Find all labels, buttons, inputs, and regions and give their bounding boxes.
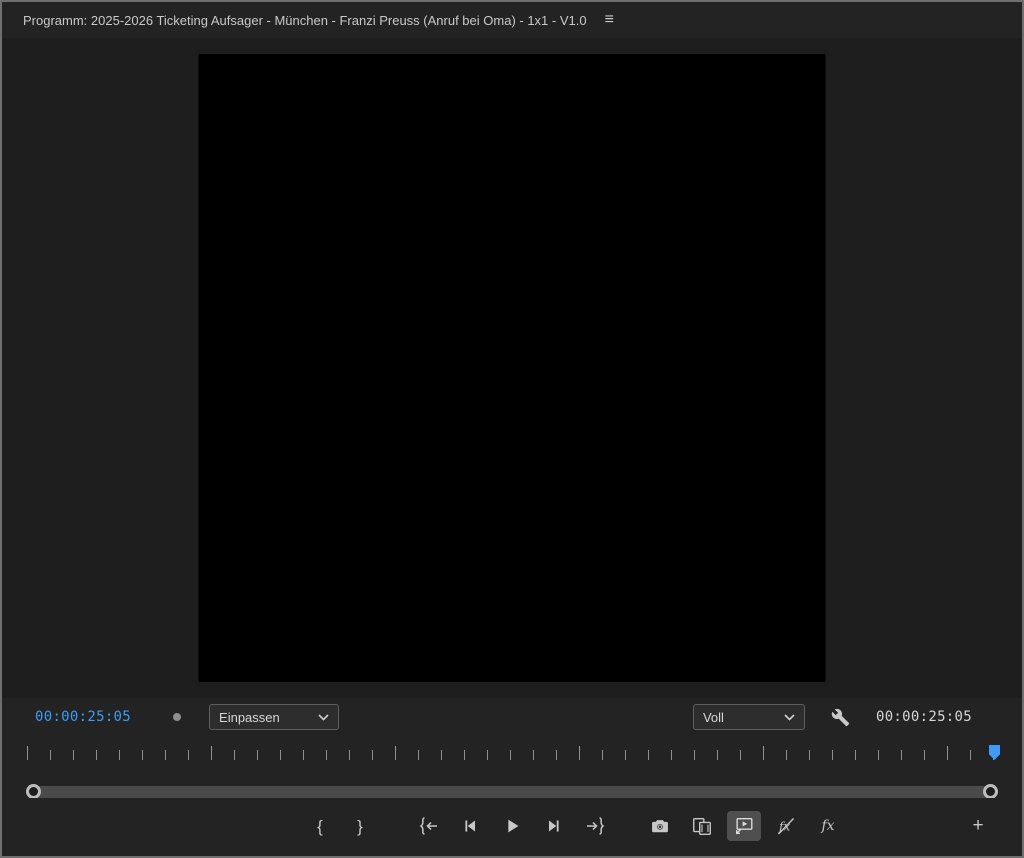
utility-buttons-cluster: fx fx bbox=[643, 811, 845, 841]
chevron-down-icon bbox=[784, 714, 795, 721]
zoom-level-dropdown[interactable]: Einpassen bbox=[209, 704, 339, 730]
mark-in-button[interactable]: { bbox=[306, 811, 334, 841]
comparison-view-button[interactable] bbox=[685, 811, 719, 841]
zoom-scroll-row bbox=[2, 762, 1022, 798]
playback-resolution-dropdown[interactable]: Voll bbox=[693, 704, 805, 730]
zoom-handle-right[interactable] bbox=[983, 784, 998, 799]
go-to-in-icon bbox=[416, 815, 440, 837]
fx-icon: fx bbox=[821, 818, 834, 834]
svg-text:fx: fx bbox=[778, 820, 790, 834]
sequence-duration-timecode: 00:00:25:05 bbox=[876, 709, 972, 725]
zoom-handle-left[interactable] bbox=[26, 784, 41, 799]
program-monitor-panel: Programm: 2025-2026 Ticketing Aufsager -… bbox=[0, 0, 1024, 858]
effects-badge-button[interactable]: fx bbox=[811, 811, 845, 841]
transport-controls-row: { } bbox=[2, 798, 1022, 856]
panel-tab-title[interactable]: Programm: 2025-2026 Ticketing Aufsager -… bbox=[23, 13, 587, 28]
mark-out-button[interactable]: } bbox=[346, 811, 374, 841]
export-frame-button[interactable] bbox=[643, 811, 677, 841]
monitor-controls-row: 00:00:25:05 Einpassen Voll 00:00:25:05 bbox=[2, 698, 1022, 736]
global-fx-mute-button[interactable]: fx bbox=[769, 811, 803, 841]
play-button[interactable] bbox=[495, 811, 529, 841]
wrench-icon bbox=[831, 708, 850, 727]
video-frame[interactable] bbox=[199, 54, 826, 682]
time-ruler[interactable] bbox=[2, 736, 1022, 762]
mercury-transmit-button[interactable] bbox=[727, 811, 761, 841]
step-back-icon bbox=[459, 815, 481, 837]
zoom-level-value: Einpassen bbox=[219, 710, 280, 725]
mark-buttons-cluster: { } bbox=[306, 811, 374, 841]
current-timecode[interactable]: 00:00:25:05 bbox=[35, 709, 131, 725]
go-to-out-icon bbox=[584, 815, 608, 837]
playback-resolution-value: Voll bbox=[703, 710, 724, 725]
panel-menu-icon[interactable]: ≡ bbox=[605, 12, 614, 28]
go-to-in-button[interactable] bbox=[411, 811, 445, 841]
play-icon bbox=[501, 815, 523, 837]
playback-buttons-cluster bbox=[411, 811, 613, 841]
dropped-frame-indicator-dot bbox=[173, 713, 181, 721]
step-forward-button[interactable] bbox=[537, 811, 571, 841]
settings-button[interactable] bbox=[831, 708, 850, 727]
camera-icon bbox=[650, 816, 670, 836]
film-frames-icon bbox=[691, 816, 713, 837]
mark-in-icon: { bbox=[317, 818, 323, 835]
video-preview-area bbox=[2, 38, 1022, 698]
fx-slash-icon: fx bbox=[775, 815, 797, 837]
go-to-out-button[interactable] bbox=[579, 811, 613, 841]
panel-tab-bar: Programm: 2025-2026 Ticketing Aufsager -… bbox=[2, 2, 1022, 38]
ruler-minor-ticks bbox=[27, 750, 998, 760]
monitor-play-icon bbox=[733, 815, 755, 837]
zoom-scrollbar[interactable] bbox=[26, 786, 998, 798]
button-editor-button[interactable]: + bbox=[964, 811, 992, 841]
step-back-button[interactable] bbox=[453, 811, 487, 841]
mark-out-icon: } bbox=[357, 818, 363, 835]
step-forward-icon bbox=[543, 815, 565, 837]
chevron-down-icon bbox=[318, 714, 329, 721]
